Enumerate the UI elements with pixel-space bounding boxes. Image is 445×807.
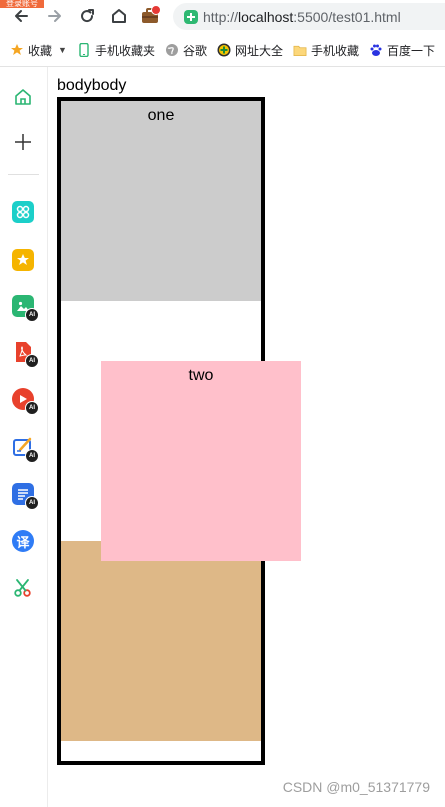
notification-dot [151,5,161,15]
bookmark-web-directory[interactable]: 网址大全 [217,42,283,59]
sidebar-item-ai-doc[interactable]: AI [11,482,39,510]
sidebar-item-ai-pdf[interactable]: AI [11,340,39,368]
url-scheme: http:// [203,8,239,25]
url-path: :5500/test01.html [293,8,401,25]
ai-badge: AI [25,308,39,322]
watermark: CSDN @m0_51371779 [282,779,430,795]
bookmark-mobile-saved[interactable]: 手机收藏 [293,42,359,59]
sidebar-item-home[interactable] [11,85,35,109]
box-one: one [61,101,261,301]
site-info-icon[interactable] [184,9,198,24]
bookmark-label: 收藏 [28,43,53,58]
caret-down-icon[interactable]: ▼ [58,45,67,55]
bookmark-mobile-favorites[interactable]: 手机收藏夹 [77,42,155,59]
apps-icon [12,201,34,223]
arrow-right-icon [48,10,61,22]
sidebar: AI AI AI AI AI 译 [0,67,48,807]
sidebar-divider [8,174,39,175]
sidebar-item-apps[interactable] [11,200,35,224]
baidu-paw-icon [369,43,383,57]
phone-icon [77,43,91,57]
translate-icon: 译 [12,530,34,552]
reload-icon [81,9,94,23]
web-directory-icon [217,43,231,57]
extension-button[interactable] [138,4,162,28]
bookmark-label: 手机收藏夹 [94,43,155,58]
address-bar[interactable]: http://localhost:5500/test01.html [173,3,445,30]
bookmark-label: 百度一下 [387,43,436,58]
star-icon [10,43,24,57]
url-host: localhost [238,8,294,25]
home-icon [15,89,31,105]
sidebar-item-translate[interactable]: 译 [11,529,35,553]
sidebar-item-ai-write[interactable]: AI [11,435,39,463]
bookmark-google[interactable]: 谷歌 [165,42,207,59]
url-text: http://localhost:5500/test01.html [203,9,401,25]
bookmark-baidu[interactable]: 百度一下 [369,42,435,59]
sidebar-item-add[interactable] [11,130,35,154]
star-tile-icon [12,249,34,271]
video-ai-icon: AI [12,388,39,415]
sidebar-item-ai-image[interactable]: AI [11,294,39,322]
ai-badge: AI [25,496,39,510]
sidebar-item-ai-video[interactable]: AI [11,387,39,415]
ai-badge: AI [25,401,39,415]
browser-window: 登录账号 http://localhost:5500/test01.html 收… [0,0,445,807]
bookmark-label: 谷歌 [182,43,207,58]
globe-icon [165,43,179,57]
image-ai-icon: AI [12,295,39,322]
home-button[interactable] [107,4,131,28]
home-outline-icon [112,9,126,23]
doc-ai-icon: AI [12,483,39,510]
translate-glyph: 译 [16,534,30,550]
bookmark-favorites[interactable]: 收藏 ▼ [10,42,67,59]
pdf-ai-icon: AI [12,341,39,368]
browser-toolbar: 登录账号 http://localhost:5500/test01.html [0,0,445,34]
reload-button[interactable] [75,4,99,28]
folder-icon [293,43,307,57]
sidebar-item-favorites[interactable] [11,248,35,272]
ai-badge: AI [25,449,39,463]
ai-badge: AI [25,354,39,368]
back-button[interactable] [9,4,33,28]
bookmark-label: 手机收藏 [310,43,359,58]
box-two: two [101,361,301,561]
scissors-icon [14,579,31,597]
box-three [61,541,261,741]
write-ai-icon: AI [12,436,39,463]
arrow-left-icon [15,10,28,22]
forward-button[interactable] [43,4,67,28]
bookmark-label: 网址大全 [234,43,283,58]
plus-icon [15,134,31,150]
sidebar-item-screenshot[interactable] [11,576,35,600]
bookmarks-bar: 收藏 ▼ 手机收藏夹 谷歌 网址大全 手机收藏 百度一下 [0,34,445,67]
body-text: bodybody [57,77,127,94]
